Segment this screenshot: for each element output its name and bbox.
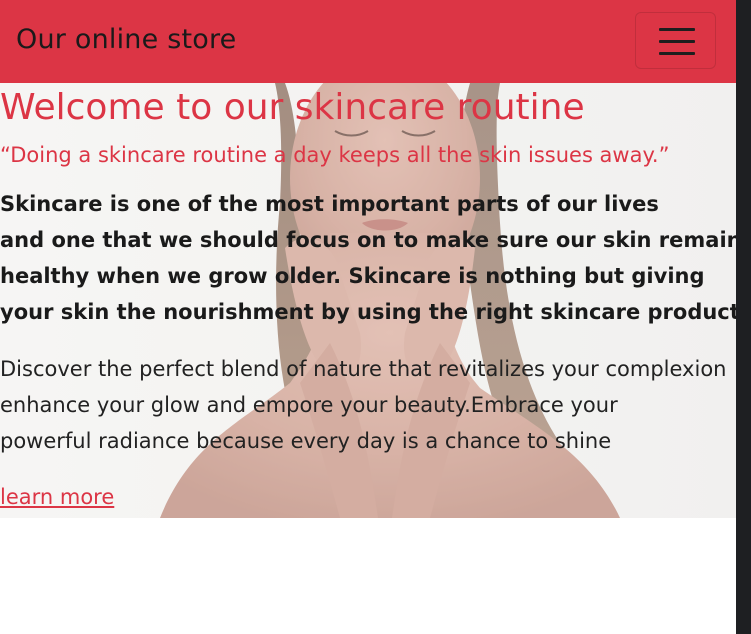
intro-line: healthy when we grow older. Skincare is … [0,264,705,288]
body-line: Discover the perfect blend of nature tha… [0,357,727,381]
intro-line: Skincare is one of the most important pa… [0,192,659,216]
brand-logo-text[interactable]: Our online store [16,24,236,55]
body-line: enhance your glow and empore your beauty… [0,393,618,417]
learn-more-link[interactable]: learn more [0,485,114,509]
body-line: powerful radiance because every day is a… [0,429,612,453]
intro-line: and one that we should focus on to make … [0,228,736,252]
intro-line: your skin the nourishment by using the r… [0,300,736,324]
devtools-panel-edge [736,0,751,634]
body-paragraph: Discover the perfect blend of nature tha… [0,351,736,459]
intro-paragraph: Skincare is one of the most important pa… [0,186,736,330]
navbar-toggler-button[interactable] [635,12,716,69]
page: Our online store Welcome to our skincare… [0,0,736,634]
page-title: Welcome to our skincare routine [0,87,585,128]
navbar: Our online store [0,0,736,83]
hero-quote: “Doing a skincare routine a day keeps al… [0,143,670,167]
